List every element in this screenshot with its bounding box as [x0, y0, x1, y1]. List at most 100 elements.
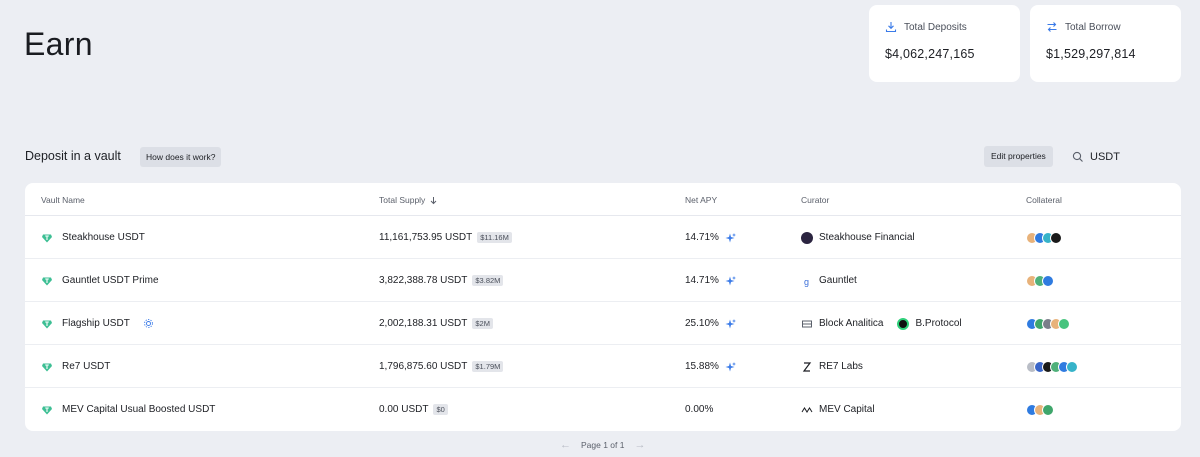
curator-name[interactable]: Gauntlet	[819, 275, 857, 286]
column-collateral[interactable]: Collateral	[1026, 195, 1062, 205]
total-supply-usd-badge: $11.16M	[477, 232, 512, 243]
search-icon	[1072, 151, 1083, 162]
collateral-cell[interactable]	[1026, 216, 1062, 259]
search-input[interactable]: USDT	[1064, 144, 1180, 170]
net-apy-cell: 14.71%	[685, 259, 737, 302]
search-value: USDT	[1090, 151, 1120, 163]
collateral-token-icon	[1058, 317, 1070, 330]
collateral-cell[interactable]	[1026, 345, 1078, 388]
vault-name-cell: MEV Capital Usual Boosted USDT	[41, 388, 215, 431]
total-supply-usd-badge: $3.82M	[472, 275, 504, 286]
column-curator[interactable]: Curator	[801, 195, 829, 205]
swap-icon	[1047, 22, 1057, 32]
download-icon	[885, 22, 897, 33]
section-title: Deposit in a vault	[25, 149, 121, 163]
curator-name[interactable]: MEV Capital	[819, 404, 875, 415]
total-supply-usd-badge: $0	[433, 404, 448, 415]
total-borrow-value: $1,529,297,814	[1046, 47, 1136, 61]
total-supply-value: 2,002,188.31 USDT	[379, 318, 468, 329]
table-row[interactable]: Gauntlet USDT Prime 3,822,388.78 USDT $3.8…	[25, 259, 1181, 302]
total-supply-value: 3,822,388.78 USDT	[379, 275, 468, 286]
tether-icon	[42, 406, 52, 414]
net-apy-value: 14.71%	[685, 232, 719, 243]
tether-icon	[42, 234, 52, 242]
prev-page-icon[interactable]: ←	[560, 439, 571, 451]
net-apy-value: 0.00%	[685, 404, 714, 415]
net-apy-cell: 14.71%	[685, 216, 737, 259]
steakhouse-logo-icon	[801, 231, 813, 244]
vault-table: Vault Name Total Supply Net APY Curator …	[25, 183, 1181, 431]
mev-capital-logo-icon	[801, 406, 813, 413]
flagship-gear-icon	[143, 319, 153, 328]
net-apy-value: 15.88%	[685, 361, 719, 372]
net-apy-value: 14.71%	[685, 275, 719, 286]
column-total-supply[interactable]: Total Supply	[379, 195, 438, 205]
curator-name-secondary[interactable]: B.Protocol	[915, 318, 961, 329]
pagination: ← Page 1 of 1 →	[560, 439, 645, 451]
total-borrow-label: Total Borrow	[1065, 21, 1121, 33]
svg-text:g: g	[804, 277, 809, 287]
total-deposits-label: Total Deposits	[904, 21, 967, 33]
total-supply-cell: 3,822,388.78 USDT $3.82M	[379, 259, 504, 302]
total-supply-value: 11,161,753.95 USDT	[379, 232, 473, 243]
curator-name[interactable]: Block Analitica	[819, 318, 883, 329]
column-net-apy[interactable]: Net APY	[685, 195, 717, 205]
sparkle-icon[interactable]	[725, 318, 737, 330]
page-indicator: Page 1 of 1	[581, 440, 625, 450]
net-apy-cell: 0.00%	[685, 388, 713, 431]
total-borrow-card: Total Borrow $1,529,297,814	[1030, 5, 1181, 82]
curator-cell: RE7 Labs	[801, 345, 863, 388]
vault-name-cell: Re7 USDT	[41, 345, 110, 388]
total-supply-usd-badge: $2M	[472, 318, 493, 329]
vault-name[interactable]: MEV Capital Usual Boosted USDT	[62, 404, 215, 415]
vault-name[interactable]: Flagship USDT	[62, 318, 130, 329]
collateral-cell[interactable]	[1026, 259, 1054, 302]
table-row[interactable]: MEV Capital Usual Boosted USDT 0.00 USDT $…	[25, 388, 1181, 431]
collateral-cell[interactable]	[1026, 302, 1070, 345]
vault-name-cell: Flagship USDT	[41, 302, 154, 345]
vault-name-cell: Steakhouse USDT	[41, 216, 145, 259]
table-header: Vault Name Total Supply Net APY Curator …	[25, 183, 1181, 216]
table-row[interactable]: Re7 USDT 1,796,875.60 USDT $1.79M 15.88% RE7…	[25, 345, 1181, 388]
column-total-supply-label: Total Supply	[379, 195, 426, 205]
total-supply-cell: 2,002,188.31 USDT $2M	[379, 302, 493, 345]
table-row[interactable]: Flagship USDT 2,002,188.31 USDT $2M 25.10% B…	[25, 302, 1181, 345]
sparkle-icon[interactable]	[725, 361, 737, 373]
sparkle-icon[interactable]	[725, 275, 737, 287]
total-supply-value: 1,796,875.60 USDT	[379, 361, 468, 372]
vault-name[interactable]: Re7 USDT	[62, 361, 110, 372]
re7-logo-icon	[802, 361, 812, 372]
vault-name[interactable]: Gauntlet USDT Prime	[62, 275, 159, 286]
page-title: Earn	[24, 26, 93, 62]
how-does-it-work-button[interactable]: How does it work?	[140, 147, 222, 167]
curator-cell: g Gauntlet	[801, 259, 857, 302]
total-supply-cell: 11,161,753.95 USDT $11.16M	[379, 216, 512, 259]
table-row[interactable]: Steakhouse USDT 11,161,753.95 USDT $11.16M…	[25, 216, 1181, 259]
collateral-token-icon	[1042, 274, 1054, 287]
column-vault-name[interactable]: Vault Name	[41, 195, 85, 205]
total-supply-cell: 0.00 USDT $0	[379, 388, 448, 431]
tether-icon	[42, 277, 52, 285]
edit-properties-button[interactable]: Edit properties	[984, 146, 1053, 167]
total-supply-usd-badge: $1.79M	[472, 361, 504, 372]
tether-icon	[42, 320, 52, 328]
curator-cell: MEV Capital	[801, 388, 875, 431]
net-apy-cell: 25.10%	[685, 302, 737, 345]
net-apy-cell: 15.88%	[685, 345, 737, 388]
b-protocol-logo-icon	[897, 317, 910, 330]
net-apy-value: 25.10%	[685, 318, 719, 329]
curator-cell: Block Analitica B.Protocol	[801, 302, 962, 345]
tether-icon	[42, 363, 52, 371]
total-supply-cell: 1,796,875.60 USDT $1.79M	[379, 345, 504, 388]
collateral-cell[interactable]	[1026, 388, 1054, 431]
collateral-token-icon	[1066, 360, 1078, 373]
sparkle-icon[interactable]	[725, 232, 737, 244]
next-page-icon[interactable]: →	[634, 439, 645, 451]
collateral-token-icon	[1042, 403, 1054, 416]
vault-name[interactable]: Steakhouse USDT	[62, 232, 145, 243]
collateral-token-icon	[1050, 231, 1062, 244]
curator-name[interactable]: RE7 Labs	[819, 361, 863, 372]
total-supply-value: 0.00 USDT	[379, 404, 429, 415]
curator-name[interactable]: Steakhouse Financial	[819, 232, 915, 243]
total-deposits-value: $4,062,247,165	[885, 47, 975, 61]
